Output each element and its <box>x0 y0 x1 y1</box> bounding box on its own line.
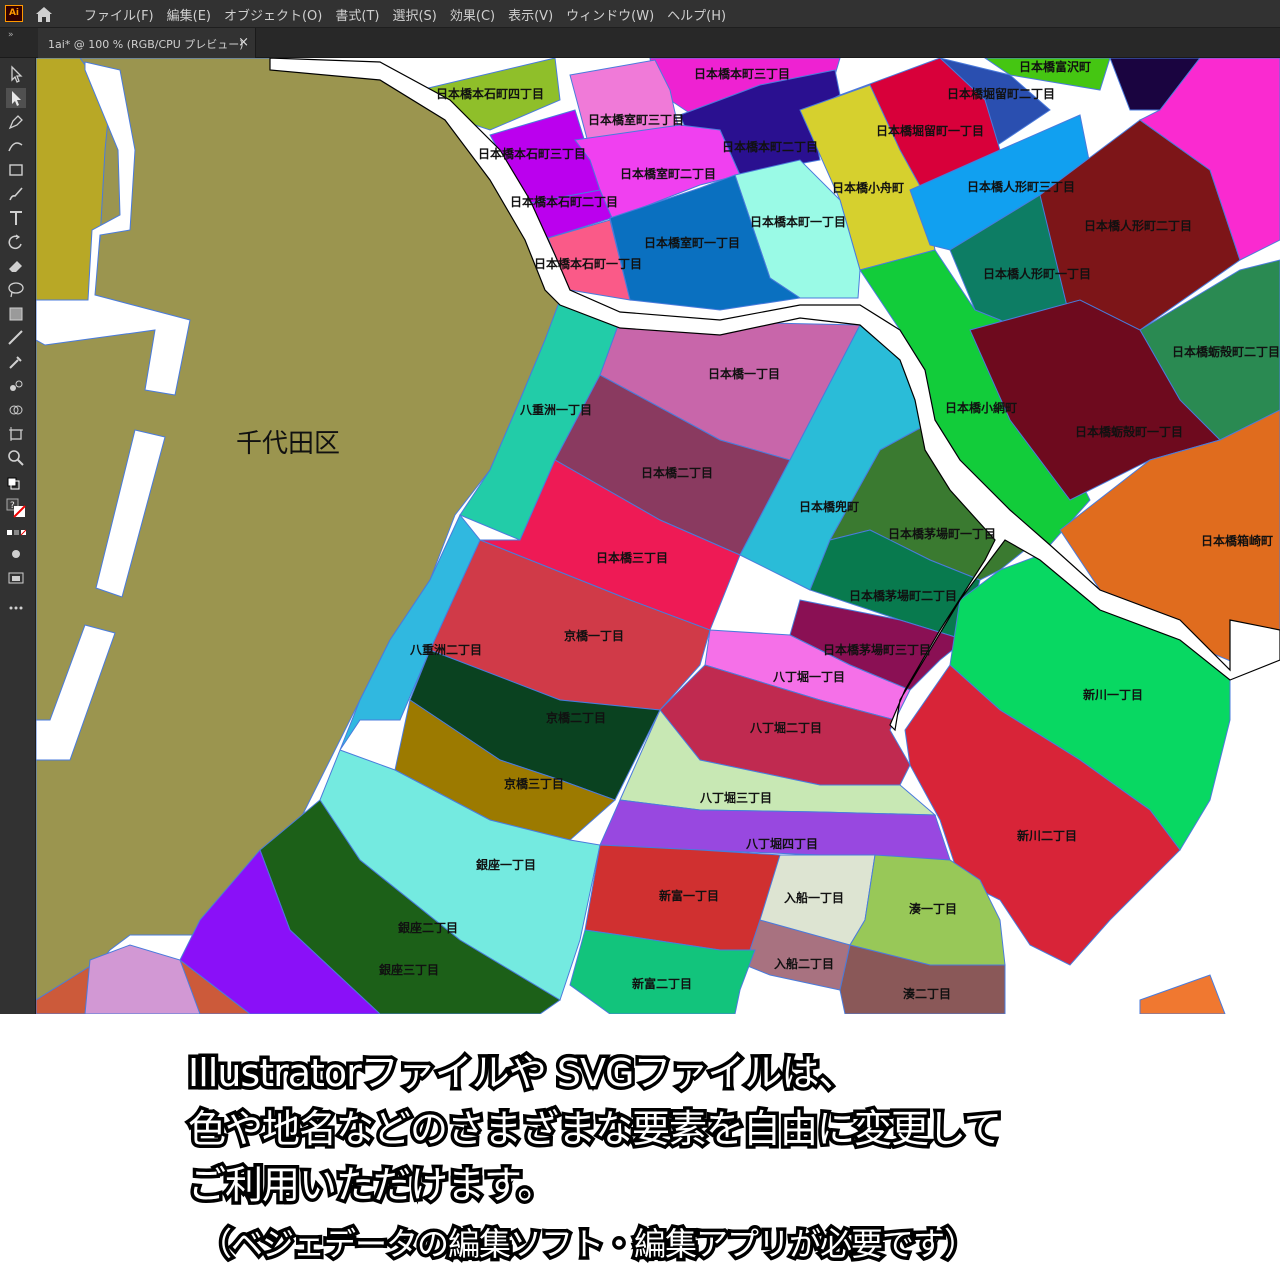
district-label: 千代田区 <box>236 429 340 459</box>
area-label-28: 京橋一丁目 <box>564 628 624 643</box>
menu-bar: Ai ファイル(F) 編集(E) オブジェクト(O) 書式(T) 選択(S) 効… <box>0 0 1280 28</box>
area-label-19: 日本橋小網町 <box>945 400 1017 415</box>
area-label-38: 八丁堀四丁目 <box>745 836 818 851</box>
curvature-tool-icon[interactable] <box>6 136 26 156</box>
rectangle-tool-icon[interactable] <box>6 160 26 180</box>
area-label-46: 新富二丁目 <box>632 976 692 991</box>
gradient-tool-icon[interactable] <box>6 304 26 324</box>
type-tool-icon[interactable] <box>6 208 26 228</box>
color-mode-icon[interactable] <box>6 524 27 544</box>
menu-items: ファイル(F) 編集(E) オブジェクト(O) 書式(T) 選択(S) 効果(C… <box>78 0 733 28</box>
area-label-35: 京橋三丁目 <box>504 776 564 791</box>
area-label-0: 日本橋本石町四丁目 <box>436 86 544 101</box>
selection-tool-icon[interactable] <box>6 64 26 84</box>
menu-type[interactable]: 書式(T) <box>329 5 386 24</box>
map: 日本橋本石町四丁目 日本橋本町三丁目 日本橋富沢町日本橋堀留町二丁目日本橋室町三丁目… <box>36 58 1280 1014</box>
collapse-panel-icon[interactable]: » <box>8 30 14 40</box>
document-tab-title: 1ai* @ 100 % (RGB/CPU プレビュー) <box>48 38 244 51</box>
edge-area-4[interactable] <box>1139 974 1226 1014</box>
area-label-12: 日本橋本町一丁目 <box>750 214 846 229</box>
area-label-22: 日本橋二丁目 <box>641 465 713 480</box>
area-label-11: 日本橋本石町二丁目 <box>510 194 618 209</box>
area-label-45: 銀座三丁目 <box>378 962 439 977</box>
area-label-36: 八丁堀三丁目 <box>699 790 772 805</box>
area-label-7: 日本橋堀留町一丁目 <box>876 123 984 138</box>
area-label-18: 日本橋一丁目 <box>708 366 780 381</box>
caption-line-2: 色や地名などのさまざまな要素を自由に変更して <box>185 1104 1006 1155</box>
area-label-44: 入船二丁目 <box>774 956 834 971</box>
document-tab[interactable]: 1ai* @ 100 % (RGB/CPU プレビュー) × <box>38 28 256 58</box>
close-icon[interactable]: × <box>238 35 249 50</box>
tools-panel: ? <box>0 58 36 1014</box>
area-label-3: 日本橋堀留町二丁目 <box>947 86 1055 101</box>
home-icon[interactable] <box>34 5 54 23</box>
area-label-20: 八重洲一丁目 <box>519 402 592 417</box>
area-label-13: 日本橋室町一丁目 <box>644 235 740 250</box>
menu-view[interactable]: 表示(V) <box>502 5 560 24</box>
area-label-32: 新川一丁目 <box>1083 687 1143 702</box>
menu-window[interactable]: ウィンドウ(W) <box>560 5 661 24</box>
pen-tool-icon[interactable] <box>6 112 26 132</box>
area-label-4: 日本橋室町三丁目 <box>588 112 684 127</box>
caption-line-1: Illustratorファイルや SVGファイルは、 <box>184 1048 859 1099</box>
area-label-2: 日本橋富沢町 <box>1019 59 1091 74</box>
area-label-41: 入船一丁目 <box>784 890 844 905</box>
lasso-tool-icon[interactable] <box>6 280 26 300</box>
document-tab-bar: » 1ai* @ 100 % (RGB/CPU プレビュー) × <box>0 28 1280 58</box>
area-label-25: 日本橋箱崎町 <box>1201 533 1273 548</box>
area-label-14: 日本橋人形町二丁目 <box>1084 218 1192 233</box>
rotate-tool-icon[interactable] <box>6 232 26 252</box>
area-label-43: 銀座二丁目 <box>397 920 458 935</box>
area-label-37: 新川二丁目 <box>1017 828 1077 843</box>
caption-line-3: ご利用いただけます。 <box>184 1160 558 1211</box>
area-label-15: 日本橋本石町一丁目 <box>534 256 642 271</box>
area-label-1: 日本橋本町三丁目 <box>694 66 790 81</box>
more-tools-icon[interactable] <box>6 598 26 618</box>
menu-select[interactable]: 選択(S) <box>386 5 443 24</box>
area-label-6: 日本橋本町二丁目 <box>722 139 818 154</box>
area-label-23: 日本橋兜町 <box>799 499 859 514</box>
caption-note: （ベジェデータの編集ソフト・編集アプリが必要です） <box>196 1222 979 1267</box>
screen-mode-icon[interactable] <box>6 568 26 588</box>
area-label-40: 新富一丁目 <box>659 888 719 903</box>
menu-file[interactable]: ファイル(F) <box>78 5 161 24</box>
area-label-8: 日本橋室町二丁目 <box>620 166 716 181</box>
paintbrush-tool-icon[interactable] <box>6 184 26 204</box>
area-label-29: 日本橋茅場町三丁目 <box>823 642 931 657</box>
fill-stroke-swatch-icon[interactable]: ? <box>6 498 26 518</box>
blend-tool-icon[interactable] <box>6 376 26 396</box>
shape-builder-tool-icon[interactable] <box>6 400 26 420</box>
area-label-30: 八重洲二丁目 <box>409 642 482 657</box>
area-label-42: 湊一丁目 <box>909 901 957 916</box>
area-label-34: 八丁堀二丁目 <box>749 720 822 735</box>
eraser-tool-icon[interactable] <box>6 256 26 276</box>
app-logo[interactable]: Ai <box>5 5 23 22</box>
area-label-31: 八丁堀一丁目 <box>772 669 845 684</box>
menu-effect[interactable]: 効果(C) <box>444 5 502 24</box>
caption-panel: Illustratorファイルや SVGファイルは、 色や地名などのさまざまな要… <box>0 1014 1280 1280</box>
area-label-27: 日本橋茅場町二丁目 <box>849 588 957 603</box>
default-fill-stroke-icon[interactable] <box>6 476 26 496</box>
draw-mode-icon[interactable] <box>6 544 26 564</box>
direct-selection-tool-icon[interactable] <box>6 88 26 108</box>
area-label-17: 日本橋蛎殻町二丁目 <box>1172 344 1280 359</box>
measure-tool-icon[interactable] <box>6 328 26 348</box>
area-label-10: 日本橋人形町三丁目 <box>967 179 1075 194</box>
menu-object[interactable]: オブジェクト(O) <box>218 5 329 24</box>
area-label-9: 日本橋小舟町 <box>832 180 904 195</box>
area-label-33: 京橋二丁目 <box>546 710 606 725</box>
area-label-39: 銀座一丁目 <box>475 857 536 872</box>
artboard-tool-icon[interactable] <box>6 424 26 444</box>
area-label-5: 日本橋本石町三丁目 <box>478 146 586 161</box>
area-label-26: 日本橋三丁目 <box>596 550 668 565</box>
area-label-16: 日本橋人形町一丁目 <box>983 266 1091 281</box>
artboard-canvas[interactable]: 日本橋本石町四丁目 日本橋本町三丁目 日本橋富沢町日本橋堀留町二丁目日本橋室町三丁目… <box>36 58 1280 1014</box>
area-label-47: 湊二丁目 <box>903 986 951 1001</box>
area-label-24: 日本橋茅場町一丁目 <box>888 526 996 541</box>
menu-help[interactable]: ヘルプ(H) <box>661 5 733 24</box>
zoom-tool-icon[interactable] <box>6 448 26 468</box>
area-label-21: 日本橋蛎殻町一丁目 <box>1075 424 1183 439</box>
eyedropper-tool-icon[interactable] <box>6 352 26 372</box>
menu-edit[interactable]: 編集(E) <box>161 5 218 24</box>
